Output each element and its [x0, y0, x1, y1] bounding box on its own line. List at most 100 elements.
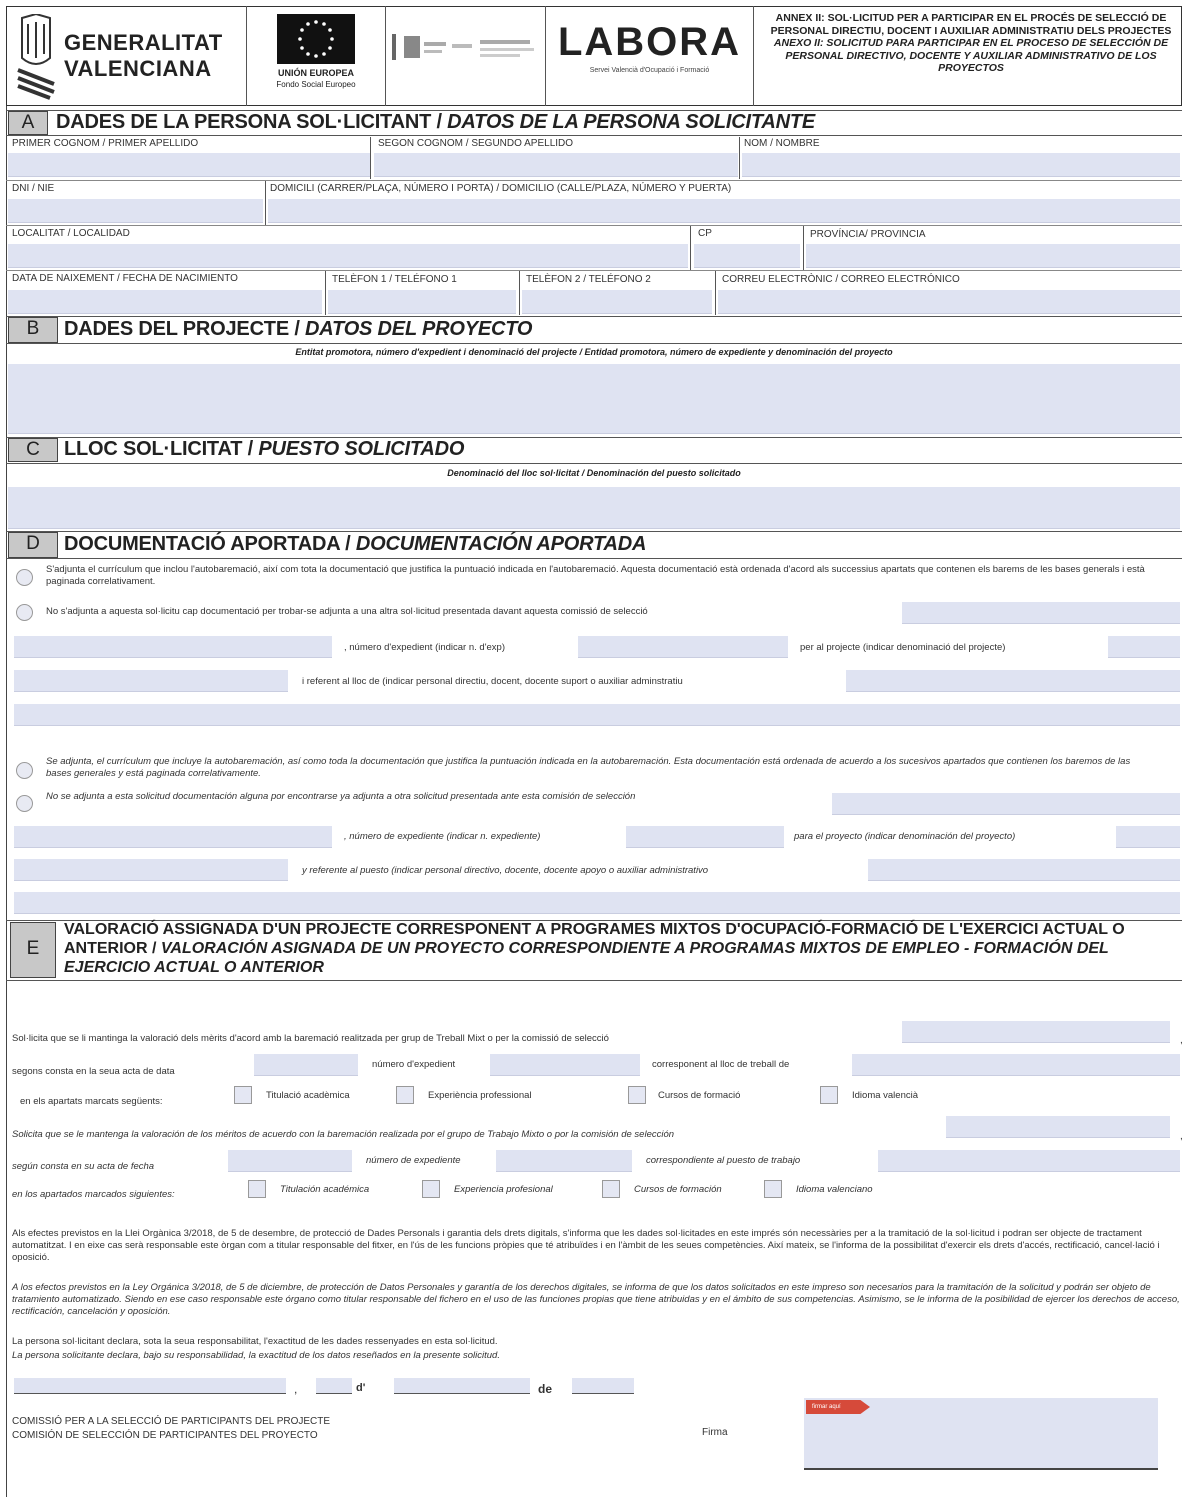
radio-adjunta-va[interactable] — [16, 569, 33, 586]
label-domicilio: DOMICILI (CARRER/PLAÇA, NÚMERO I PORTA) … — [270, 183, 732, 194]
text-exp-es: , número de expediente (indicar n. exped… — [344, 831, 541, 842]
radio-adjunta-es[interactable] — [16, 762, 33, 779]
label-titulacio: Titulació acadèmica — [266, 1090, 350, 1101]
e-expediente-input-va[interactable] — [490, 1054, 640, 1076]
checkbox-experiencia-es[interactable] — [422, 1180, 440, 1198]
localidad-input[interactable] — [8, 244, 688, 268]
provincia-input[interactable] — [806, 244, 1180, 268]
e-expediente-input-es[interactable] — [496, 1150, 632, 1172]
puesto-input[interactable] — [8, 487, 1180, 529]
label-telefono2: TELÈFON 2 / TELÉFONO 2 — [526, 274, 651, 285]
label-titulacion: Titulación académica — [280, 1184, 370, 1195]
divider — [6, 980, 1182, 981]
annex-es: ANEXO II: SOLICITUD PARA PARTICIPAR EN E… — [773, 37, 1169, 74]
e-lloc-input-va[interactable] — [852, 1054, 1180, 1076]
expediente-input-es[interactable] — [626, 826, 784, 848]
checkbox-titulacion[interactable] — [248, 1180, 266, 1198]
section-c-letter: C — [8, 438, 58, 462]
section-a-title: DADES DE LA PERSONA SOL·LICITANT / DATOS… — [56, 111, 815, 134]
dni-input[interactable] — [8, 199, 263, 223]
row3-input-va[interactable] — [14, 704, 1180, 726]
telefono2-input[interactable] — [522, 290, 712, 314]
row3-input-es[interactable] — [14, 892, 1180, 914]
puesto-input-es[interactable] — [868, 859, 1180, 881]
e-comision-input-es[interactable] — [946, 1116, 1170, 1138]
e-fecha-input-es[interactable] — [228, 1150, 352, 1172]
checkbox-experiencia[interactable] — [396, 1086, 414, 1104]
labora-subtitle: Servei Valencià d'Ocupació i Formació — [589, 67, 710, 74]
fecha-nacimiento-input[interactable] — [8, 290, 322, 314]
nombre-input[interactable] — [742, 153, 1180, 177]
radio-no-adjunta-es[interactable] — [16, 795, 33, 812]
lloc-input-va[interactable] — [846, 670, 1180, 692]
row1-input-va[interactable] — [14, 636, 332, 658]
telefono1-input[interactable] — [328, 290, 516, 314]
checkbox-cursos[interactable] — [628, 1086, 646, 1104]
text-e-l2b-es: número de expediente — [366, 1155, 461, 1166]
divider — [545, 6, 546, 106]
text-e-l2b-va: número d'expedient — [372, 1059, 456, 1070]
correo-input[interactable] — [718, 290, 1180, 314]
proyecto-input[interactable] — [8, 364, 1180, 434]
checkbox-titulacio[interactable] — [234, 1086, 252, 1104]
firma-tag: firmar aquí — [806, 1400, 870, 1414]
section-d-title-es: DOCUMENTACIÓN APORTADA — [355, 533, 647, 555]
dia-input[interactable] — [316, 1378, 352, 1394]
divider — [6, 270, 1182, 271]
cp-input[interactable] — [694, 244, 800, 268]
divider — [385, 6, 386, 106]
text-e-l3-va: en els apartats marcats següents: — [20, 1096, 163, 1107]
label-cursos: Cursos de formació — [658, 1090, 741, 1101]
text-e-l2c-es: correspondiente al puesto de trabajo — [646, 1155, 801, 1166]
checkbox-idioma-es[interactable] — [764, 1180, 782, 1198]
proyecto-denom-input-va[interactable] — [1108, 636, 1180, 658]
e-puesto-input-es[interactable] — [878, 1150, 1180, 1172]
segundo-apellido-input[interactable] — [374, 153, 738, 177]
label-correo: CORREU ELECTRÒNIC / CORREO ELECTRÓNICO — [722, 274, 960, 285]
radio-no-adjunta-va[interactable] — [16, 604, 33, 621]
proyecto-denom-input-es[interactable] — [1116, 826, 1180, 848]
domicilio-input[interactable] — [268, 199, 1180, 223]
comision-input-es[interactable] — [832, 793, 1180, 815]
eu-flag-icon — [277, 14, 355, 64]
section-b-title-es: DATOS DEL PROYECTO — [305, 318, 533, 340]
comma: , — [1180, 1035, 1183, 1046]
annex-va: ANNEX II: SOL·LICITUD PER A PARTICIPAR E… — [770, 12, 1172, 37]
comision-input-va[interactable] — [902, 602, 1180, 624]
e-fecha-input-va[interactable] — [254, 1054, 358, 1076]
text-e-l2a-es: según consta en su acta de fecha — [12, 1161, 155, 1172]
divider — [6, 225, 1182, 226]
comision-es: COMISIÓN DE SELECCIÓN DE PARTICIPANTES D… — [12, 1430, 318, 1441]
text-no-adjunta-es: No se adjunta a esta solicitud documenta… — [46, 791, 636, 802]
text-proj-es: para el proyecto (indicar denominación d… — [794, 831, 1016, 842]
divider — [739, 137, 740, 179]
checkbox-cursos-es[interactable] — [602, 1180, 620, 1198]
divider — [6, 180, 1182, 181]
label-cursos-es: Cursos de formación — [634, 1184, 722, 1195]
section-e-letter: E — [10, 922, 56, 978]
decl-es: La persona solicitante declara, bajo su … — [12, 1350, 500, 1361]
expediente-input-va[interactable] — [578, 636, 788, 658]
section-c-title-es: PUESTO SOLICITADO — [258, 438, 465, 460]
section-d-title-va: DOCUMENTACIÓ APORTADA / — [64, 533, 351, 555]
label-nombre: NOM / NOMBRE — [744, 138, 820, 149]
primer-apellido-input[interactable] — [8, 153, 370, 177]
text-ref-es: y referente al puesto (indicar personal … — [302, 865, 709, 876]
label-fecha-nacimiento: DATA DE NAIXEMENT / FECHA DE NACIMIENTO — [12, 273, 238, 284]
divider — [6, 316, 1182, 317]
gva-logo: GENERALITAT VALENCIANA — [14, 14, 244, 102]
row2-input-va[interactable] — [14, 670, 288, 692]
row1-input-es[interactable] — [14, 826, 332, 848]
checkbox-idioma[interactable] — [820, 1086, 838, 1104]
text-e-l3-es: en los apartados marcados siguientes: — [12, 1189, 175, 1200]
mes-input[interactable] — [394, 1378, 530, 1394]
labora-logo: LABORA Servei Valencià d'Ocupació i Form… — [548, 20, 751, 74]
text-e-l2c-va: corresponent al lloc de treball de — [652, 1059, 790, 1070]
lugar-input[interactable] — [14, 1378, 286, 1394]
gva-line2: VALENCIANA — [64, 56, 212, 81]
anyo-input[interactable] — [572, 1378, 634, 1394]
text-exp-va: , número d'expedient (indicar n. d'exp) — [344, 642, 505, 653]
label-provincia: PROVÍNCIA/ PROVINCIA — [810, 229, 926, 240]
e-comision-input-va[interactable] — [902, 1021, 1170, 1043]
row2-input-es[interactable] — [14, 859, 288, 881]
